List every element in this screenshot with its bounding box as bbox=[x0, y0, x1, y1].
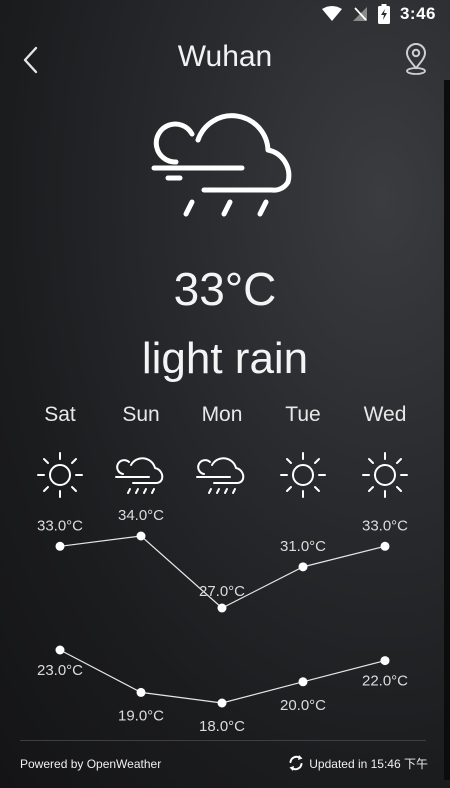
low-temperature-line bbox=[59, 649, 386, 704]
low-temperature-point bbox=[136, 687, 146, 697]
sun-icon bbox=[280, 452, 326, 498]
battery-charging-icon bbox=[377, 4, 390, 24]
high-temperature-point bbox=[298, 562, 308, 572]
current-temperature: 33°C bbox=[173, 263, 277, 315]
low-temperature-point bbox=[298, 677, 308, 687]
forecast-days: Sat Sun Mon Tue Wed bbox=[0, 403, 450, 433]
high-temperature-label: 33.0°C bbox=[362, 517, 408, 534]
refresh-icon[interactable] bbox=[287, 754, 305, 772]
cloud-rain-icon bbox=[115, 457, 164, 494]
low-temperature-point bbox=[217, 698, 227, 708]
high-temperature-point bbox=[55, 541, 65, 551]
temperature-chart: 33.0°C 34.0°C 27.0°C 31.0°C 33.0°C 23.0°C 19.0… bbox=[37, 507, 408, 735]
weather-description: light rain bbox=[141, 334, 309, 383]
forecast-day-tue: Tue bbox=[285, 403, 321, 426]
footer: Powered by OpenWeather Updated in 15:46 … bbox=[0, 754, 450, 776]
cloud-rain-icon bbox=[151, 113, 292, 217]
high-temperature-label: 27.0°C bbox=[199, 583, 245, 600]
top-bar: Wuhan bbox=[0, 36, 450, 82]
high-temperature-label: 34.0°C bbox=[118, 507, 164, 524]
update-status: Updated in 15:46 下午 bbox=[287, 754, 428, 772]
status-bar: 3:46 bbox=[0, 0, 450, 28]
location-pin-icon bbox=[405, 43, 427, 75]
low-temperature-point bbox=[380, 656, 390, 666]
city-title: Wuhan bbox=[177, 40, 273, 73]
location-button[interactable] bbox=[400, 42, 432, 76]
wifi-icon bbox=[321, 6, 342, 21]
powered-by-label: Powered by OpenWeather bbox=[20, 757, 162, 771]
no-signal-icon bbox=[352, 7, 367, 21]
low-temperature-label: 18.0°C bbox=[199, 718, 245, 735]
high-temperature-point bbox=[380, 541, 390, 551]
forecast-day-sun: Sun bbox=[122, 403, 160, 426]
sun-icon bbox=[37, 452, 83, 498]
high-temperature-label: 33.0°C bbox=[37, 517, 83, 534]
forecast-day-wed: Wed bbox=[363, 403, 407, 426]
low-temperature-label: 23.0°C bbox=[37, 662, 83, 679]
footer-divider bbox=[20, 740, 426, 741]
high-temperature-label: 31.0°C bbox=[280, 538, 326, 555]
high-temperature-point bbox=[136, 531, 146, 541]
status-time: 3:46 bbox=[399, 4, 436, 23]
forecast-day-sat: Sat bbox=[44, 403, 76, 426]
updated-time-label: Updated in 15:46 下午 bbox=[309, 756, 428, 771]
high-temperature-point bbox=[217, 603, 227, 613]
low-temperature-point bbox=[55, 645, 65, 655]
low-temperature-label: 19.0°C bbox=[118, 707, 164, 724]
cloud-rain-icon bbox=[196, 457, 245, 494]
sun-icon bbox=[362, 452, 408, 498]
forecast-day-mon: Mon bbox=[201, 403, 243, 426]
low-temperature-label: 22.0°C bbox=[362, 673, 408, 690]
low-temperature-label: 20.0°C bbox=[280, 697, 326, 714]
